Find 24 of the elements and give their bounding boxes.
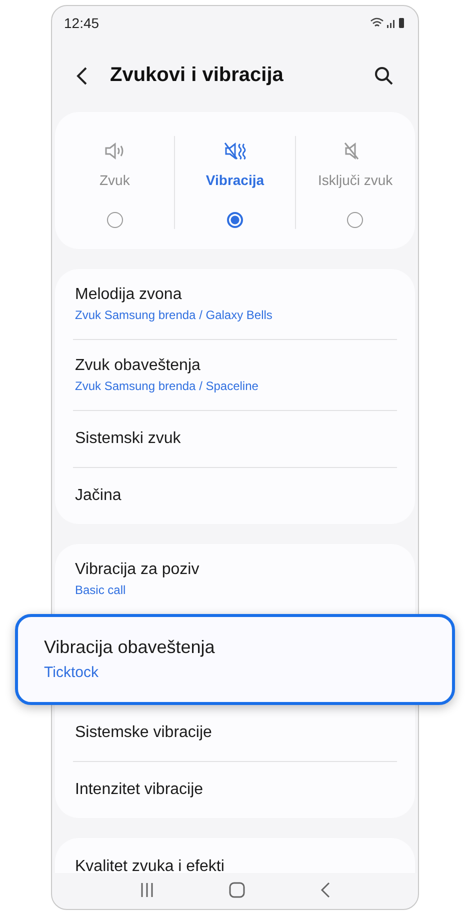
setting-item[interactable]: Zvuk obaveštenja Zvuk Samsung brenda / Spaceline [73,338,397,410]
back-icon[interactable] [76,66,88,86]
status-time: 12:45 [64,14,100,31]
recents-icon[interactable] [139,882,155,898]
search-icon[interactable] [374,66,394,86]
setting-item[interactable]: Intenzitet vibracije [73,760,397,818]
back-nav-icon[interactable] [319,882,331,898]
home-icon[interactable] [229,882,245,898]
mode-label: Zvuk [99,172,130,190]
radio-button[interactable] [347,212,364,228]
setting-item[interactable]: Melodija zvona Zvuk Samsung brenda / Galaxy Bells [73,268,397,339]
setting-item[interactable]: Sistemski zvuk [73,410,397,467]
setting-item[interactable]: Kvalitet zvuka i efekti [73,838,397,874]
vibrate-icon[interactable] [222,140,247,162]
highlighted-setting[interactable]: Vibracija obaveštenja Ticktock [15,614,455,705]
setting-item[interactable]: Vibracija za poziv Basic call [73,544,397,614]
radio-button[interactable] [226,212,243,228]
radio-button[interactable] [106,212,123,228]
setting-item[interactable]: Sistemske vibracije [73,704,397,761]
status-icons [370,16,406,29]
mode-label: Isključi zvuk [318,172,393,190]
mode-label: Vibracija [206,172,264,190]
page-title: Zvukovi i vibracija [110,64,284,88]
setting-item[interactable]: Jačina [73,466,397,524]
